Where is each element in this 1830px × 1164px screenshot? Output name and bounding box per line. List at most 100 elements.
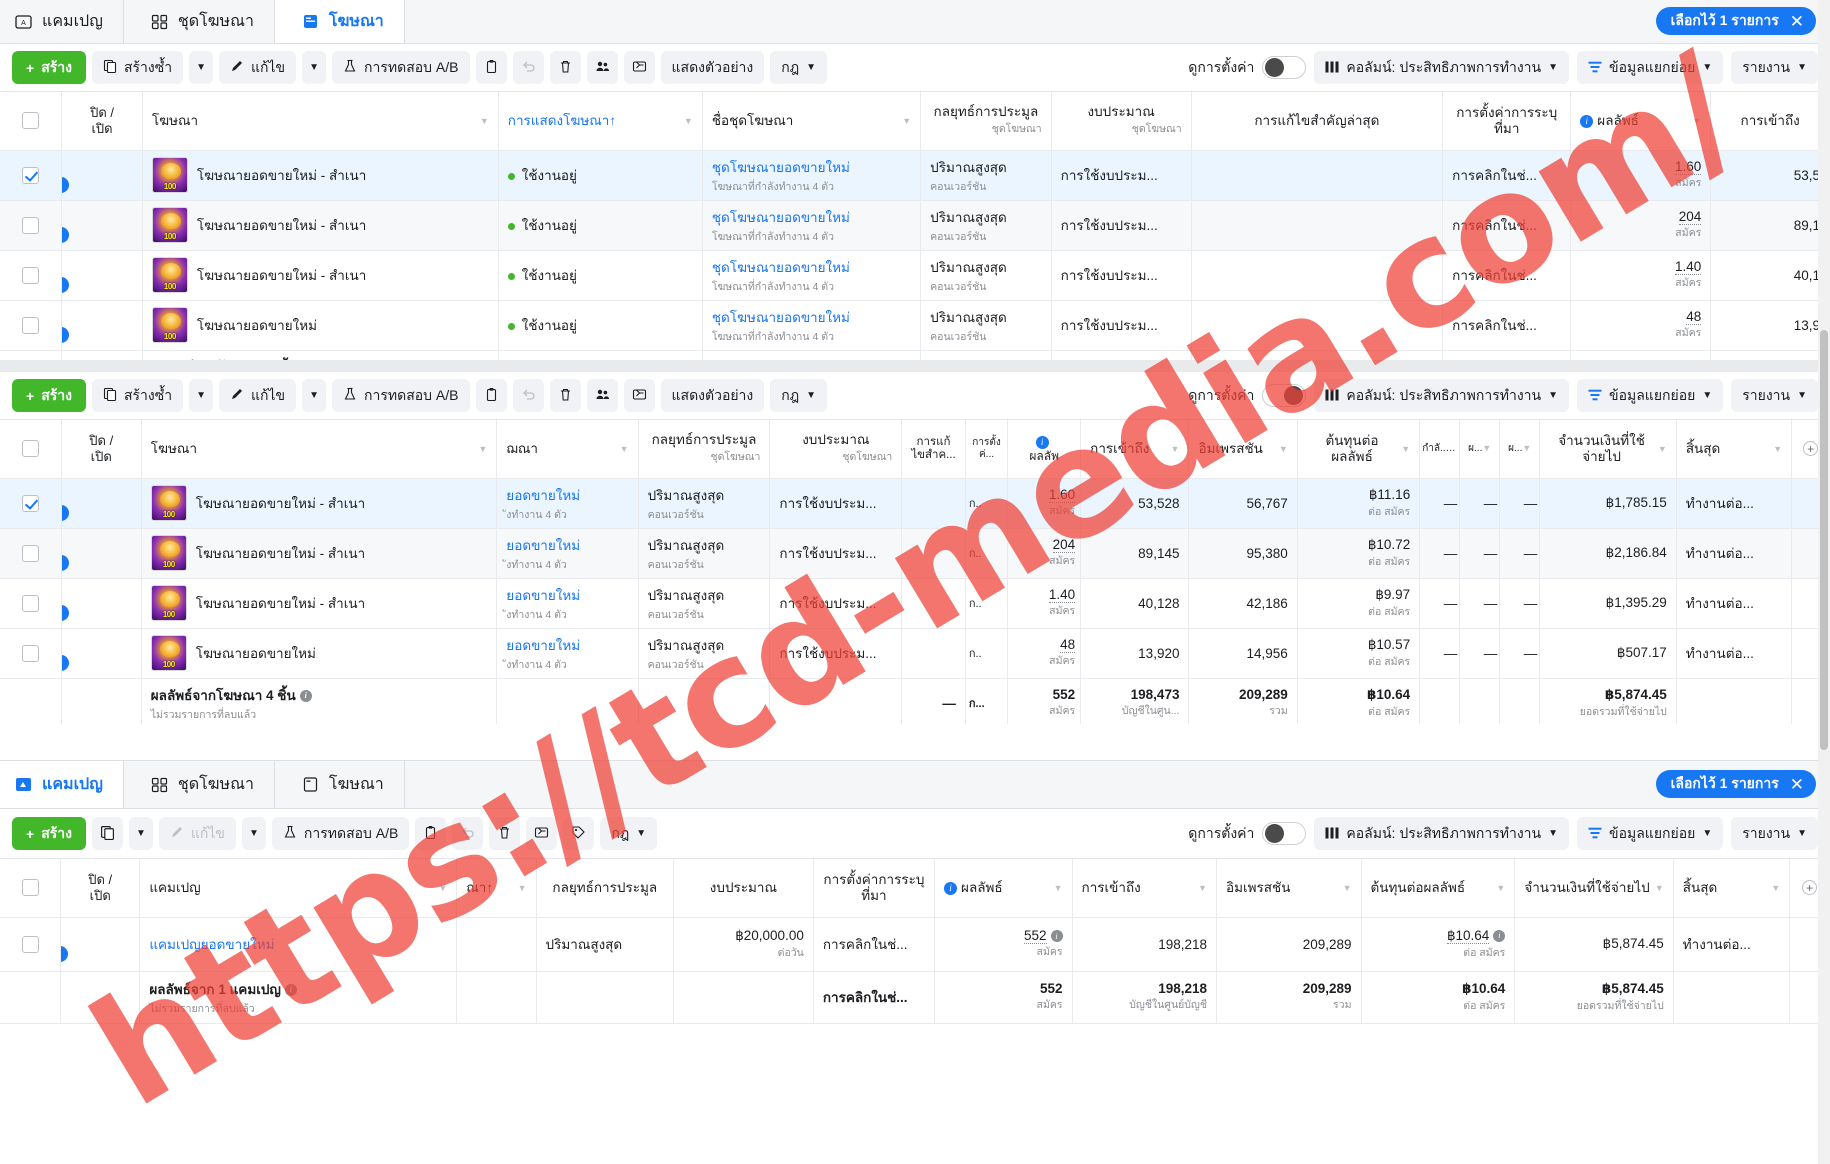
row-toggle-cell[interactable] <box>61 578 141 628</box>
table-row[interactable]: โฆษณายอดขายใหม่ - สำเนา ใช้งานอยู่ ชุดโฆ… <box>0 200 1830 250</box>
impressions-header[interactable]: อิมเพรสชัน▼ <box>1189 420 1297 478</box>
columns-button[interactable]: คอลัมน์: ประสิทธิภาพการทำงาน ▼ <box>1314 51 1569 84</box>
table-row[interactable]: โฆษณายอดขายใหม่ ยอดขายใหม่ังทำงาน 4 ตัว … <box>0 628 1830 678</box>
close-icon[interactable]: ✕ <box>1790 13 1804 30</box>
reports-button[interactable]: รายงาน ▼ <box>1731 379 1818 412</box>
close-icon[interactable]: ✕ <box>1790 776 1804 793</box>
breakdown-button[interactable]: ข้อมูลแยกย่อย ▼ <box>1577 379 1723 412</box>
rules-button[interactable]: กฎ ▼ <box>770 379 827 412</box>
info-icon[interactable]: i <box>944 882 957 895</box>
undo-button[interactable] <box>513 51 544 84</box>
rules-button[interactable]: กฎ ▼ <box>600 817 657 850</box>
row-toggle-cell[interactable] <box>62 250 143 300</box>
col-c2-header[interactable]: ผ...▼ <box>1460 420 1500 478</box>
clipboard-button[interactable] <box>476 51 507 84</box>
table-row[interactable]: โฆษณายอดขายใหม่ - สำเนา ใช้งานอยู่ ชุดโฆ… <box>0 150 1830 200</box>
results-header[interactable]: iผลลัพธ์▼ <box>1571 92 1711 150</box>
duplicate-button[interactable] <box>92 817 123 850</box>
reports-button[interactable]: รายงาน ▼ <box>1731 51 1818 84</box>
impressions-header[interactable]: อิมเพรสชัน▼ <box>1217 859 1361 917</box>
preview-button[interactable]: แสดงตัวอย่าง <box>661 379 765 412</box>
row-toggle-cell[interactable] <box>62 150 143 200</box>
tab-ads[interactable]: โฆษณา <box>275 761 405 808</box>
delivery-cell[interactable]: ยอดขายใหม่ังทำงาน 4 ตัว <box>497 578 638 628</box>
results-header[interactable]: iผลลัพธ์▼ <box>935 859 1073 917</box>
duplicate-caret-button[interactable]: ▼ <box>189 379 213 412</box>
campaign-cell[interactable]: แคมเปญยอดขายใหม่ <box>140 917 457 971</box>
adset-cell[interactable]: ชุดโฆษณายอดขายใหม่โฆษณาที่กำลังทำงาน 4 ต… <box>702 300 920 350</box>
col-c3-header[interactable]: ผ...▼ <box>1500 420 1540 478</box>
reach-header[interactable]: การเข้าถึง▼ <box>1081 420 1189 478</box>
view-settings-toggle[interactable]: ดูการตั้งค่า <box>1188 384 1306 407</box>
audience-button[interactable] <box>587 51 618 84</box>
select-all-checkbox[interactable] <box>22 440 39 457</box>
delete-button[interactable] <box>550 51 581 84</box>
select-all-header[interactable] <box>0 859 61 917</box>
tab-campaigns[interactable]: A แคมเปญ <box>0 0 124 43</box>
delivery-header[interactable]: ฌณา▼ <box>497 420 638 478</box>
reach-header[interactable]: การเข้าถึง▼ <box>1072 859 1216 917</box>
edit-caret-button[interactable]: ▼ <box>242 817 266 850</box>
vertical-scrollbar[interactable] <box>1818 0 1830 1164</box>
row-checkbox[interactable] <box>22 545 39 562</box>
select-all-checkbox[interactable] <box>22 879 39 896</box>
adset-cell[interactable]: ชุดโฆษณายอดขายใหม่โฆษณาที่กำลังทำงาน 4 ต… <box>702 200 920 250</box>
adset-link[interactable]: ชุดโฆษณายอดขายใหม่ <box>712 160 850 175</box>
duplicate-button[interactable]: สร้างซ้ำ <box>92 51 183 84</box>
selection-pill[interactable]: เลือกไว้ 1 รายการ ✕ <box>1656 770 1816 798</box>
ab-test-button[interactable]: การทดสอบ A/B <box>332 379 469 412</box>
edit-caret-button[interactable]: ▼ <box>302 51 326 84</box>
adset-cell[interactable]: ชุดโฆษณายอดขายใหม่โฆษณาที่กำลังทำงาน 4 ต… <box>702 150 920 200</box>
ab-test-button[interactable]: การทดสอบ A/B <box>332 51 469 84</box>
edit-button[interactable]: แก้ไข <box>159 817 236 850</box>
col-c1-header[interactable]: กำลั...▼ <box>1420 420 1460 478</box>
row-toggle-cell[interactable] <box>62 300 143 350</box>
select-all-checkbox[interactable] <box>22 112 39 129</box>
duplicate-caret-button[interactable]: ▼ <box>129 817 153 850</box>
ad-header[interactable]: โฆษณา▼ <box>142 92 498 150</box>
create-button[interactable]: + สร้าง <box>12 51 86 84</box>
toggle-switch[interactable] <box>1262 56 1306 79</box>
row-checkbox[interactable] <box>22 267 39 284</box>
campaign-header[interactable]: แคมเปญ▼ <box>140 859 457 917</box>
row-checkbox-cell[interactable] <box>0 628 61 678</box>
delivery-link[interactable]: ยอดขายใหม่ <box>506 588 580 603</box>
table-row[interactable]: โฆษณายอดขายใหม่ - สำเนา ยอดขายใหม่ังทำงา… <box>0 528 1830 578</box>
delete-button[interactable] <box>550 379 581 412</box>
delivery-link[interactable]: ยอดขายใหม่ <box>506 638 580 653</box>
plus-icon[interactable]: + <box>1802 880 1817 895</box>
info-icon[interactable]: i <box>1493 930 1505 942</box>
rules-button[interactable]: กฎ ▼ <box>770 51 827 84</box>
row-checkbox[interactable] <box>22 595 39 612</box>
scrollbar-thumb[interactable] <box>1820 330 1828 750</box>
create-button[interactable]: + สร้าง <box>12 379 86 412</box>
table-row[interactable]: แคมเปญยอดขายใหม่ ปริมาณสูงสุด ฿20,000.00… <box>0 917 1830 971</box>
delivery-header[interactable]: การแสดงโฆษณา↑▼ <box>498 92 702 150</box>
toggle-switch[interactable] <box>1262 384 1306 407</box>
row-toggle-cell[interactable] <box>61 917 140 971</box>
table-row[interactable]: โฆษณายอดขายใหม่ - สำเนา ยอดขายใหม่ังทำงา… <box>0 478 1830 528</box>
row-toggle-cell[interactable] <box>61 628 141 678</box>
select-all-header[interactable] <box>0 92 62 150</box>
view-settings-toggle[interactable]: ดูการตั้งค่า <box>1188 822 1306 845</box>
delivery-header[interactable]: ณา↑▼ <box>457 859 536 917</box>
clipboard-button[interactable] <box>415 817 446 850</box>
delivery-cell[interactable]: ยอดขายใหม่ังทำงาน 4 ตัว <box>497 528 638 578</box>
info-icon[interactable]: i <box>1051 930 1063 942</box>
tab-ads[interactable]: โฆษณา <box>275 0 405 43</box>
share-button[interactable] <box>624 379 655 412</box>
select-all-header[interactable] <box>0 420 61 478</box>
edit-button[interactable]: แก้ไข <box>219 379 296 412</box>
columns-button[interactable]: คอลัมน์: ประสิทธิภาพการทำงาน ▼ <box>1314 379 1569 412</box>
table-row[interactable]: โฆษณายอดขายใหม่ ใช้งานอยู่ ชุดโฆษณายอดขา… <box>0 300 1830 350</box>
delivery-cell[interactable]: ยอดขายใหม่ังทำงาน 4 ตัว <box>497 628 638 678</box>
row-toggle-cell[interactable] <box>61 528 141 578</box>
info-icon[interactable]: i <box>1580 115 1593 128</box>
edit-button[interactable]: แก้ไข <box>219 51 296 84</box>
tag-button[interactable] <box>563 817 594 850</box>
adset-link[interactable]: ชุดโฆษณายอดขายใหม่ <box>712 260 850 275</box>
delivery-link[interactable]: ยอดขายใหม่ <box>506 488 580 503</box>
adset-header[interactable]: ชื่อชุดโฆษณา▼ <box>702 92 920 150</box>
share-button[interactable] <box>526 817 557 850</box>
columns-button[interactable]: คอลัมน์: ประสิทธิภาพการทำงาน ▼ <box>1314 817 1569 850</box>
